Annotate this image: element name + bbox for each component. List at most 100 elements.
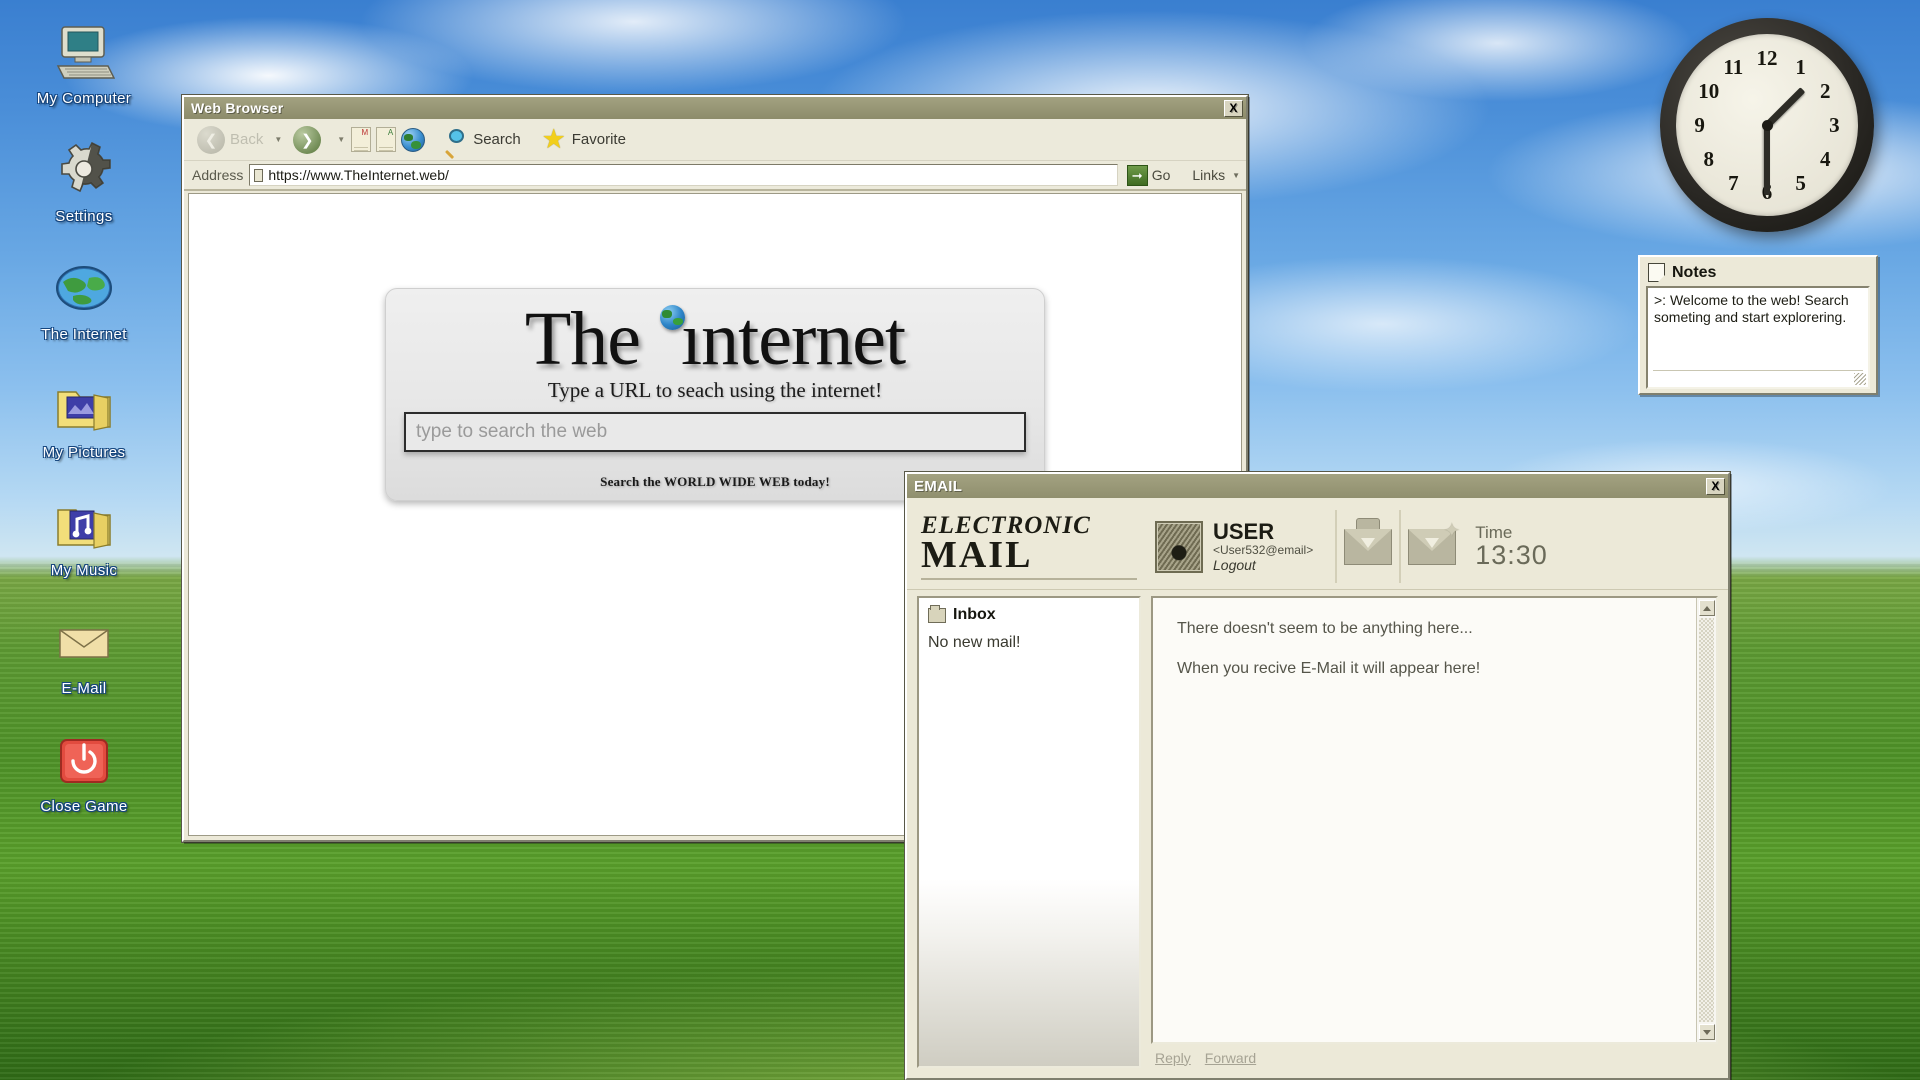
clock-number: 7 <box>1728 171 1739 196</box>
inbox-panel[interactable]: Inbox No new mail! <box>917 596 1141 1068</box>
desktop-icon-settings[interactable]: Settings <box>9 138 159 256</box>
email-user-block: USER <User532@email> Logout <box>1137 504 1313 589</box>
clock-number: 11 <box>1723 54 1744 79</box>
arrow-right-icon: ❯ <box>293 125 322 154</box>
reading-pane-line-1: There doesn't seem to be anything here..… <box>1177 620 1473 637</box>
star-icon: ★ <box>541 124 566 154</box>
page-mark-2: A <box>387 128 394 137</box>
scroll-up-icon[interactable] <box>1698 600 1715 616</box>
back-dropdown-icon[interactable]: ▼ <box>274 135 282 144</box>
brand-word-nternet: nternet <box>701 297 906 381</box>
avatar <box>1155 520 1203 573</box>
email-logo-rule <box>921 578 1137 580</box>
inbox-envelope-button[interactable] <box>1337 504 1399 589</box>
pictures-folder-icon <box>51 374 117 440</box>
scroll-down-icon[interactable] <box>1698 1024 1715 1040</box>
reading-pane-inner: There doesn't seem to be anything here..… <box>1151 596 1718 1044</box>
browser-title-bar[interactable]: Web Browser X <box>184 97 1246 119</box>
desktop-icon-email[interactable]: E-Mail <box>9 610 159 728</box>
reading-pane-scrollbar[interactable] <box>1696 598 1716 1042</box>
folder-icon <box>928 604 946 623</box>
browser-title: Web Browser <box>191 100 284 116</box>
desktop-icon-close-game[interactable]: Close Game <box>9 728 159 846</box>
desktop-icon-column: My Computer Settings The Internet My Pic… <box>0 20 168 846</box>
notes-text: >: Welcome to the web! Search someting a… <box>1654 292 1849 326</box>
address-label: Address <box>192 167 244 183</box>
clock-center-pin <box>1761 119 1773 131</box>
desktop-icon-my-music[interactable]: My Music <box>9 492 159 610</box>
go-button[interactable]: ➞ Go <box>1126 164 1171 186</box>
brand-word-the: The <box>524 297 641 381</box>
page-tagline: Type a URL to seach using the internet! <box>547 377 883 402</box>
reading-pane-line-2: When you recive E-Mail it will appear he… <box>1177 660 1481 677</box>
notes-resize-handle[interactable] <box>1854 373 1866 385</box>
search-engine-card: The ınternet Type a URL to seach using t… <box>385 288 1045 501</box>
clock-number: 3 <box>1829 113 1840 137</box>
gear-icon <box>51 138 117 204</box>
reading-pane-actions: Reply Forward <box>1151 1044 1718 1068</box>
desktop-icon-my-pictures[interactable]: My Pictures <box>9 374 159 492</box>
desktop-icon-label: The Internet <box>41 326 127 343</box>
back-button[interactable]: ❮ Back <box>192 124 268 156</box>
music-folder-icon <box>51 492 117 558</box>
email-body: Inbox No new mail! There doesn't seem to… <box>917 596 1718 1068</box>
email-header: ELECTRONIC MAIL USER <User532@email> Log… <box>907 498 1728 590</box>
desktop-icon-the-internet[interactable]: The Internet <box>9 256 159 374</box>
forward-dropdown-icon[interactable]: ▼ <box>337 135 345 144</box>
arrow-left-icon: ❮ <box>197 125 225 154</box>
notes-header: Notes <box>1646 262 1870 286</box>
back-label: Back <box>230 131 264 148</box>
logout-link[interactable]: Logout <box>1213 557 1313 573</box>
address-input[interactable]: https://www.TheInternet.web/ <box>249 164 1118 186</box>
email-window[interactable]: EMAIL X ELECTRONIC MAIL USER <User532@em… <box>905 472 1730 1080</box>
inbox-title: Inbox <box>953 606 996 623</box>
search-button[interactable]: Search <box>439 126 526 159</box>
desktop: My Computer Settings The Internet My Pic… <box>0 0 1920 1080</box>
desktop-clock-widget: 12 1 2 3 4 5 6 7 8 9 10 11 <box>1660 18 1874 232</box>
brand-i-stem: ı <box>681 297 702 381</box>
email-title-bar[interactable]: EMAIL X <box>907 474 1728 498</box>
new-envelope-icon: ✦ <box>1408 521 1460 565</box>
forward-button[interactable]: Forward <box>1205 1050 1256 1066</box>
close-icon[interactable]: X <box>1224 99 1243 117</box>
clock-minute-hand <box>1764 125 1770 195</box>
go-label: Go <box>1151 167 1171 183</box>
reply-button[interactable]: Reply <box>1155 1050 1191 1066</box>
clock-number: 12 <box>1756 45 1778 70</box>
reading-pane-text: There doesn't seem to be anything here..… <box>1153 598 1696 1042</box>
envelope-icon <box>51 610 117 676</box>
inbox-header: Inbox <box>928 604 1130 624</box>
new-mail-button[interactable]: ✦ <box>1401 504 1463 589</box>
desktop-icon-my-computer[interactable]: My Computer <box>9 20 159 138</box>
close-icon[interactable]: X <box>1706 477 1725 495</box>
stop-page-icon[interactable]: M <box>351 127 372 152</box>
desktop-icon-label: My Computer <box>36 90 132 107</box>
notes-textarea[interactable]: >: Welcome to the web! Search someting a… <box>1646 286 1870 389</box>
email-title: EMAIL <box>914 477 963 495</box>
scrollbar-track[interactable] <box>1699 618 1714 1022</box>
links-menu[interactable]: Links ▼ <box>1192 167 1240 183</box>
favorite-button[interactable]: ★ Favorite <box>536 125 631 154</box>
clock-number: 2 <box>1819 79 1831 104</box>
power-icon <box>51 728 117 794</box>
notes-widget[interactable]: Notes >: Welcome to the web! Search some… <box>1638 255 1878 395</box>
page-document-icon <box>254 168 264 182</box>
go-arrow-icon: ➞ <box>1126 164 1148 186</box>
time-value: 13:30 <box>1475 540 1548 571</box>
search-placeholder: type to search the web <box>416 420 608 442</box>
forward-button[interactable]: ❯ <box>288 124 331 156</box>
web-search-input[interactable]: type to search the web <box>404 411 1026 452</box>
home-globe-icon[interactable] <box>401 127 426 152</box>
page-mark-1: M <box>361 128 369 137</box>
refresh-page-icon[interactable]: A <box>376 127 397 152</box>
magnifier-icon <box>444 128 468 159</box>
clock-number: 10 <box>1698 79 1720 104</box>
user-address: <User532@email> <box>1213 543 1314 558</box>
desktop-icon-label: Close Game <box>40 798 128 815</box>
clock-number: 8 <box>1703 146 1715 171</box>
browser-toolbar: ❮ Back ▼ ❯ ▼ M A Search ★ Favorite <box>184 119 1246 161</box>
email-user-text: USER <User532@email> Logout <box>1213 520 1313 573</box>
reading-pane: There doesn't seem to be anything here..… <box>1151 596 1718 1068</box>
email-time-block: Time 13:30 <box>1463 504 1548 589</box>
address-value: https://www.TheInternet.web/ <box>268 167 449 183</box>
